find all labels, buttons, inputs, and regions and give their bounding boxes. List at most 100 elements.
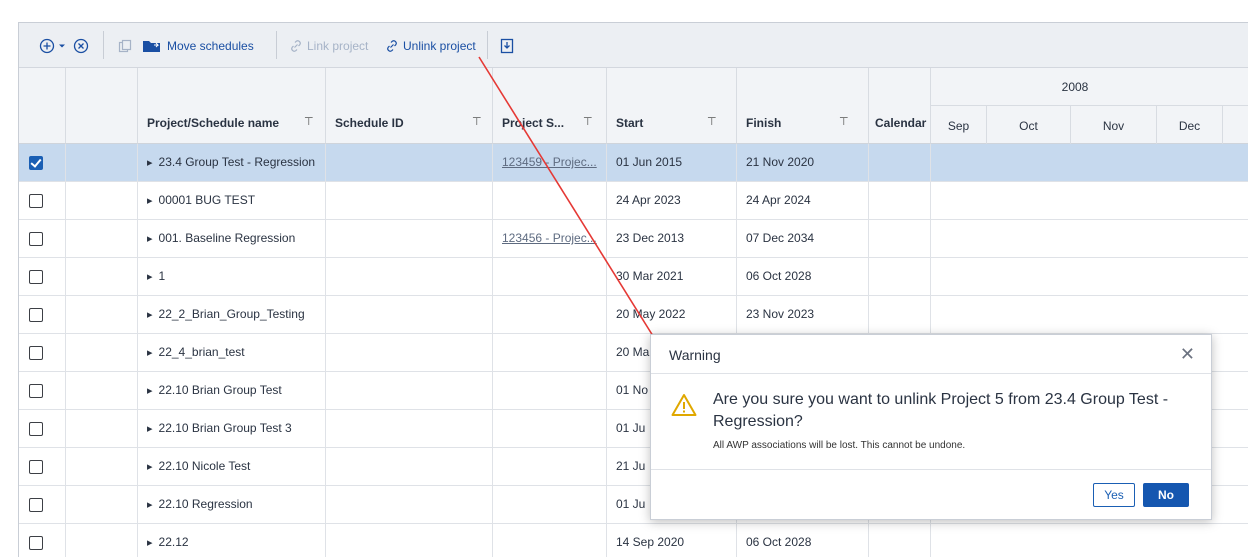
unlink-project-label: Unlink project bbox=[403, 39, 476, 53]
row-checkbox[interactable] bbox=[29, 384, 43, 398]
folder-move-icon bbox=[143, 41, 160, 52]
export-button[interactable] bbox=[500, 35, 514, 57]
start-date: 01 No bbox=[616, 383, 649, 397]
schedule-name-cell: ▸ 00001 BUG TEST bbox=[138, 182, 326, 219]
table-row[interactable]: ▸ 00001 BUG TEST 24 Apr 2023 24 Apr 2024 bbox=[19, 182, 1248, 220]
column-header-name-label: Project/Schedule name bbox=[147, 116, 280, 130]
row-checkbox[interactable] bbox=[29, 536, 43, 550]
plus-circle-icon bbox=[39, 38, 55, 54]
start-date: 01 Ju bbox=[616, 421, 646, 435]
dialog-title: Warning bbox=[669, 347, 721, 363]
project-link[interactable]: 123459 - Projec... bbox=[502, 155, 597, 169]
filter-icon[interactable]: ⊤ bbox=[839, 115, 849, 128]
row-checkbox[interactable] bbox=[29, 232, 43, 246]
filter-icon[interactable]: ⊤ bbox=[472, 115, 482, 128]
expand-caret-icon[interactable]: ▸ bbox=[147, 309, 153, 321]
table-cell bbox=[66, 410, 138, 447]
filter-icon[interactable]: ⊤ bbox=[583, 115, 593, 128]
schedule-name-cell: ▸ 22.10 Brian Group Test 3 bbox=[138, 410, 326, 447]
expand-caret-icon[interactable]: ▸ bbox=[147, 233, 153, 245]
link-project-button[interactable]: Link project bbox=[289, 35, 368, 57]
table-cell bbox=[326, 334, 493, 371]
column-header-project-label: Project S... bbox=[502, 116, 565, 130]
copy-icon bbox=[118, 39, 132, 53]
column-header-calendar[interactable]: Calendar bbox=[869, 68, 931, 144]
filter-icon[interactable]: ⊤ bbox=[304, 115, 314, 128]
column-header-finish[interactable]: Finish ⊤ bbox=[737, 68, 869, 144]
finish-date: 21 Nov 2020 bbox=[746, 155, 815, 169]
table-cell bbox=[66, 182, 138, 219]
project-cell bbox=[493, 182, 607, 219]
no-button[interactable]: No bbox=[1143, 483, 1189, 507]
export-icon bbox=[500, 38, 514, 54]
start-date-cell: 30 Mar 2021 bbox=[607, 258, 737, 295]
row-checkbox[interactable] bbox=[29, 346, 43, 360]
start-date-cell: 23 Dec 2013 bbox=[607, 220, 737, 257]
start-date-cell: 01 Jun 2015 bbox=[607, 144, 737, 181]
project-cell bbox=[493, 258, 607, 295]
close-icon[interactable]: ✕ bbox=[1180, 344, 1195, 365]
add-dropdown-button[interactable] bbox=[39, 35, 67, 57]
table-cell bbox=[66, 486, 138, 523]
schedule-name-cell: ▸ 23.4 Group Test - Regression bbox=[138, 144, 326, 181]
row-checkbox[interactable] bbox=[29, 308, 43, 322]
expand-caret-icon[interactable]: ▸ bbox=[147, 423, 153, 435]
schedule-name-cell: ▸ 22.10 Regression bbox=[138, 486, 326, 523]
table-cell bbox=[66, 220, 138, 257]
column-header-schedule-id[interactable]: Schedule ID ⊤ bbox=[326, 68, 493, 144]
schedule-name: 001. Baseline Regression bbox=[158, 231, 296, 245]
expand-caret-icon[interactable]: ▸ bbox=[147, 347, 153, 359]
row-checkbox[interactable] bbox=[29, 156, 43, 170]
table-row[interactable]: ▸ 22_2_Brian_Group_Testing 20 May 2022 23 N… bbox=[19, 296, 1248, 334]
table-cell bbox=[326, 372, 493, 409]
expand-caret-icon[interactable]: ▸ bbox=[147, 195, 153, 207]
row-checkbox[interactable] bbox=[29, 460, 43, 474]
schedule-name: 22.10 Brian Group Test bbox=[158, 383, 282, 397]
table-row[interactable]: ▸ 1 30 Mar 2021 06 Oct 2028 bbox=[19, 258, 1248, 296]
row-checkbox[interactable] bbox=[29, 422, 43, 436]
row-checkbox[interactable] bbox=[29, 270, 43, 284]
table-row[interactable]: ▸ 22.12 14 Sep 2020 06 Oct 2028 bbox=[19, 524, 1248, 557]
filter-icon[interactable]: ⊤ bbox=[707, 115, 717, 128]
expand-caret-icon[interactable]: ▸ bbox=[147, 537, 153, 549]
select-column-header bbox=[19, 68, 66, 144]
column-header-start[interactable]: Start ⊤ bbox=[607, 68, 737, 144]
start-date: 23 Dec 2013 bbox=[616, 231, 685, 245]
expand-caret-icon[interactable]: ▸ bbox=[147, 499, 153, 511]
toolbar-divider bbox=[276, 31, 277, 59]
dialog-submessage: All AWP associations will be lost. This … bbox=[713, 440, 966, 451]
start-date-cell: 20 May 2022 bbox=[607, 296, 737, 333]
project-cell: 123459 - Projec... bbox=[493, 144, 607, 181]
finish-date: 24 Apr 2024 bbox=[746, 193, 811, 207]
schedule-name-cell: ▸ 22.12 bbox=[138, 524, 326, 557]
warning-triangle-icon bbox=[671, 394, 697, 416]
expand-caret-icon[interactable]: ▸ bbox=[147, 385, 153, 397]
expand-caret-icon[interactable]: ▸ bbox=[147, 157, 153, 169]
schedule-name: 22.10 Nicole Test bbox=[158, 459, 251, 473]
move-schedules-button[interactable]: Move schedules bbox=[142, 35, 254, 57]
project-link[interactable]: 123456 - Projec... bbox=[502, 231, 597, 245]
table-cell bbox=[66, 448, 138, 485]
gantt-header: 2008 Sep Oct Nov Dec bbox=[931, 68, 1248, 144]
table-cell bbox=[326, 296, 493, 333]
row-checkbox[interactable] bbox=[29, 194, 43, 208]
unlink-project-button[interactable]: Unlink project bbox=[385, 35, 476, 57]
column-header-name[interactable]: Project/Schedule name ⊤ bbox=[138, 68, 326, 144]
row-checkbox[interactable] bbox=[29, 498, 43, 512]
link-icon bbox=[291, 40, 301, 52]
table-row[interactable]: ▸ 001. Baseline Regression 123456 - Projec… bbox=[19, 220, 1248, 258]
finish-date-cell: 07 Dec 2034 bbox=[737, 220, 869, 257]
start-date: 24 Apr 2023 bbox=[616, 193, 681, 207]
table-row[interactable]: ▸ 23.4 Group Test - Regression 123459 - Pr… bbox=[19, 144, 1248, 182]
expand-caret-icon[interactable]: ▸ bbox=[147, 271, 153, 283]
start-date-cell: 14 Sep 2020 bbox=[607, 524, 737, 557]
row-select-cell bbox=[19, 296, 66, 333]
expand-caret-icon[interactable]: ▸ bbox=[147, 461, 153, 473]
start-date-cell: 24 Apr 2023 bbox=[607, 182, 737, 219]
schedule-name-cell: ▸ 22.10 Brian Group Test bbox=[138, 372, 326, 409]
copy-button[interactable] bbox=[118, 35, 132, 57]
remove-button[interactable] bbox=[73, 35, 89, 57]
column-header-project[interactable]: Project S... ⊤ bbox=[493, 68, 607, 144]
table-cell bbox=[869, 524, 931, 557]
yes-button[interactable]: Yes bbox=[1093, 483, 1135, 507]
